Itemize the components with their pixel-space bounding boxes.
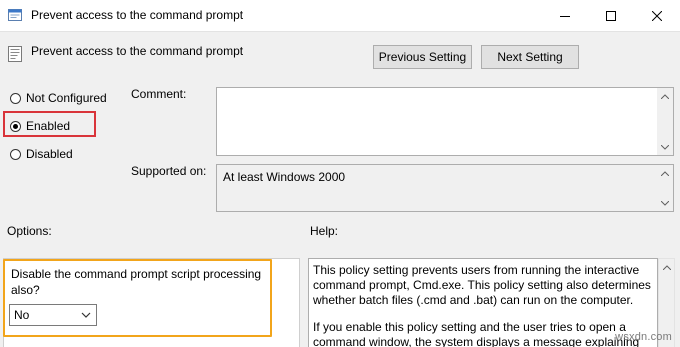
watermark: wsxdn.com bbox=[615, 331, 672, 343]
comment-textarea[interactable] bbox=[216, 87, 674, 156]
enabled-highlight-box bbox=[3, 111, 96, 137]
scroll-up-arrow-icon[interactable] bbox=[659, 259, 675, 275]
previous-setting-button[interactable]: Previous Setting bbox=[373, 45, 472, 69]
scroll-up-arrow-icon[interactable] bbox=[657, 165, 673, 181]
comment-label: Comment: bbox=[131, 87, 187, 101]
minimize-button[interactable] bbox=[542, 0, 588, 31]
radio-button[interactable] bbox=[10, 92, 21, 104]
radio-button[interactable] bbox=[10, 148, 21, 160]
radio-not-configured-label: Not Configured bbox=[26, 91, 107, 105]
help-paragraph: This policy setting prevents users from … bbox=[313, 263, 651, 307]
scroll-down-arrow-icon[interactable] bbox=[657, 139, 673, 155]
scroll-up-arrow-icon[interactable] bbox=[657, 88, 673, 104]
options-label: Options: bbox=[7, 224, 52, 238]
supported-on-value: At least Windows 2000 bbox=[223, 170, 346, 184]
window-title: Prevent access to the command prompt bbox=[31, 8, 244, 22]
maximize-button[interactable] bbox=[588, 0, 634, 31]
help-label: Help: bbox=[310, 224, 339, 238]
radio-not-configured[interactable]: Not Configured bbox=[10, 91, 107, 105]
policy-title: Prevent access to the command prompt bbox=[31, 44, 244, 58]
close-button[interactable] bbox=[634, 0, 680, 31]
next-setting-button[interactable]: Next Setting bbox=[481, 45, 579, 69]
scroll-down-arrow-icon[interactable] bbox=[657, 195, 673, 211]
help-text-panel: This policy setting prevents users from … bbox=[308, 258, 658, 347]
supported-on-box: At least Windows 2000 bbox=[216, 164, 674, 212]
policy-setting-icon bbox=[8, 46, 22, 62]
policy-window-icon bbox=[8, 9, 22, 21]
options-highlight-box bbox=[3, 259, 272, 337]
close-icon bbox=[652, 10, 662, 21]
title-bar: Prevent access to the command prompt bbox=[0, 0, 680, 32]
supported-on-label: Supported on: bbox=[131, 164, 207, 178]
maximize-icon bbox=[606, 10, 616, 21]
minimize-icon bbox=[560, 15, 570, 17]
comment-scrollbar[interactable] bbox=[657, 88, 673, 155]
radio-disabled[interactable]: Disabled bbox=[10, 147, 73, 161]
radio-disabled-label: Disabled bbox=[26, 147, 73, 161]
supported-scrollbar[interactable] bbox=[657, 165, 673, 211]
help-paragraph: If you enable this policy setting and th… bbox=[313, 320, 640, 347]
